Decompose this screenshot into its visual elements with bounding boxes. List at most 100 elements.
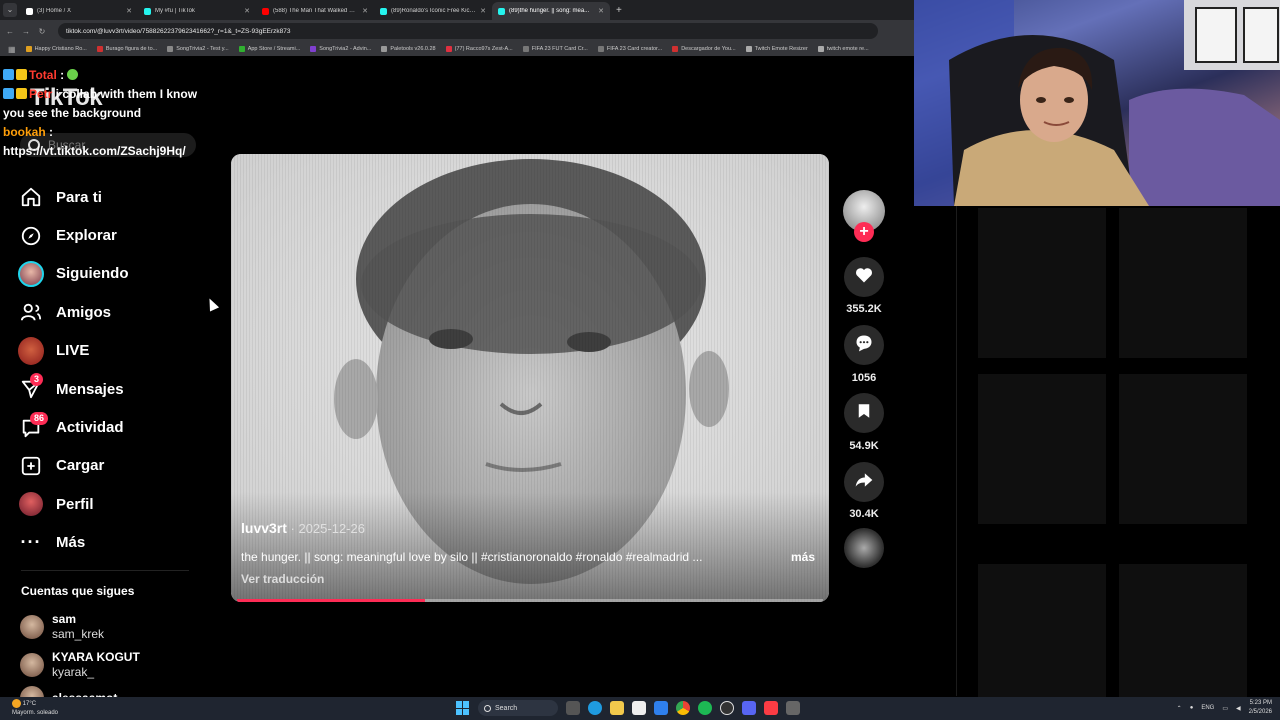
weather-widget[interactable]: 17°C Mayorm. soleado (12, 699, 58, 718)
live-icon (18, 336, 44, 365)
reload-icon[interactable]: ↻ (36, 27, 48, 36)
compass-icon (18, 223, 44, 249)
more-button[interactable]: más (791, 550, 815, 564)
chevron-up-icon[interactable]: ⌃ (1177, 705, 1182, 712)
bookmark-item[interactable]: Descargador de You... (672, 46, 736, 52)
comment-icon (854, 333, 874, 358)
sidebar-item-cargar[interactable]: Cargar (18, 447, 208, 485)
obs-icon[interactable] (720, 701, 734, 715)
bookmark-item[interactable]: Burago figura de to... (96, 46, 157, 52)
bookmark-item[interactable]: FIFA 23 Card creator... (597, 46, 662, 52)
like-button[interactable] (844, 257, 884, 297)
browser-tab-active[interactable]: (89)the hunger. || song: mea... ✕ (492, 2, 610, 20)
video-thumbnail[interactable] (978, 374, 1106, 524)
close-tab-icon[interactable]: ✕ (598, 7, 604, 15)
bookmark-favicon-icon (310, 46, 317, 52)
bookmark-item[interactable]: twitch emote re... (817, 46, 869, 52)
bookmark-item[interactable]: App Store / Streami... (238, 46, 300, 52)
chat-badge-icon (16, 69, 27, 80)
bookmark-favicon-icon (167, 46, 174, 52)
browser-tab[interactable]: (588) The Man That Walked Cr... ✕ (256, 2, 374, 20)
bookmark-item[interactable]: FIFA 23 FUT Card Cr... (522, 46, 588, 52)
comment-button[interactable] (844, 325, 884, 365)
discord-icon[interactable] (742, 701, 756, 715)
microphone-icon[interactable]: ● (1190, 705, 1194, 711)
apps-grid-icon[interactable]: ▦ (8, 45, 16, 54)
sidebar-item-explorar[interactable]: Explorar (18, 216, 208, 254)
browser-tab[interactable]: (3) Home / X ✕ (20, 2, 138, 20)
new-tab-button[interactable]: + (616, 5, 622, 16)
video-player[interactable]: luvv3rt · 2025-12-26 the hunger. || song… (231, 154, 829, 602)
share-button[interactable] (844, 462, 884, 502)
chat-emote-icon (67, 69, 79, 80)
close-tab-icon[interactable]: ✕ (362, 7, 368, 15)
sidebar-item-siguiendo[interactable]: Siguiendo (18, 255, 208, 293)
task-view-icon[interactable] (566, 701, 580, 715)
sidebar-item-actividad[interactable]: 86 Actividad (18, 408, 208, 446)
chrome-icon[interactable] (676, 701, 690, 715)
windows-start-icon[interactable] (456, 701, 470, 715)
activity-icon: 86 (18, 411, 49, 441)
chat-message: bookah : https://vt.tiktok.com/ZSachj9Hq… (3, 125, 186, 158)
translate-link[interactable]: Ver traducción (241, 572, 324, 586)
edge-icon[interactable] (588, 701, 602, 715)
bookmark-favicon-icon (381, 46, 388, 52)
browser-tab[interactable]: My #fu | TikTok ✕ (138, 2, 256, 20)
volume-icon[interactable]: ◀ (1236, 705, 1241, 712)
taskbar-search[interactable]: Search (478, 700, 558, 716)
video-thumbnail[interactable] (1119, 564, 1247, 714)
heart-icon (854, 265, 874, 290)
save-count: 54.9K (849, 440, 879, 452)
bookmark-item[interactable]: Paletools v26.0.28 (381, 46, 436, 52)
video-progress-bar[interactable] (237, 599, 823, 602)
spotify-icon[interactable] (698, 701, 712, 715)
close-tab-icon[interactable]: ✕ (244, 7, 250, 15)
language-indicator[interactable]: ENG (1201, 705, 1214, 711)
sidebar-item-perfil[interactable]: Perfil (18, 485, 208, 523)
save-button[interactable] (844, 393, 884, 433)
bookmark-item[interactable]: Twitch Emote Resizer (745, 46, 808, 52)
app-icon[interactable] (786, 701, 800, 715)
tiktok-favicon-icon (498, 7, 505, 15)
video-author[interactable]: luvv3rt · 2025-12-26 (241, 520, 365, 536)
clock[interactable]: 5:23 PM 2/5/2026 (1249, 699, 1272, 717)
bookmark-item[interactable]: SongTrivia2 - Advin... (310, 46, 371, 52)
os-taskbar: 17°C Mayorm. soleado Search ⌃ ● ENG ▭ ◀ … (0, 697, 1280, 720)
like-count: 355.2K (846, 303, 882, 315)
sidebar-item-mensajes[interactable]: 3 Mensajes (18, 370, 208, 408)
bookmark-item[interactable]: Happy Cristiano Ro... (25, 46, 87, 52)
close-tab-icon[interactable]: ✕ (480, 7, 486, 15)
video-thumbnail[interactable] (978, 208, 1106, 358)
file-explorer-icon[interactable] (610, 701, 624, 715)
network-icon[interactable]: ▭ (1222, 705, 1228, 712)
tab-search-icon[interactable]: ⌄ (3, 3, 17, 17)
sidebar-item-live[interactable]: LIVE (18, 332, 208, 370)
bookmark-favicon-icon (96, 46, 103, 52)
url-field[interactable]: tiktok.com/@luvv3rt/video/75882622379623… (58, 23, 878, 39)
browser-tab[interactable]: (89)Ronaldo's Iconic Free Kick ... ✕ (374, 2, 492, 20)
sidebar-item-para-ti[interactable]: Para ti (18, 178, 208, 216)
stream-chat-overlay: Total : Petr i collab with them I know y… (3, 66, 218, 161)
mail-icon[interactable] (654, 701, 668, 715)
close-tab-icon[interactable]: ✕ (126, 7, 132, 15)
sidebar-nav: Para ti Explorar Siguiendo Amigos LIVE 3… (18, 178, 208, 562)
bookmark-favicon-icon (597, 46, 604, 52)
video-thumbnail[interactable] (978, 564, 1106, 714)
followed-account[interactable]: KYARA KOGUT kyarak_ (20, 650, 140, 680)
following-section-title: Cuentas que sigues (21, 584, 135, 598)
video-thumbnail[interactable] (1119, 374, 1247, 524)
follow-button[interactable]: + (854, 222, 874, 242)
back-icon[interactable]: ← (4, 27, 16, 36)
forward-icon[interactable]: → (20, 27, 32, 36)
sidebar-item-mas[interactable]: ··· Más (18, 524, 208, 562)
followed-account[interactable]: sam sam_krek (20, 612, 104, 642)
share-count: 30.4K (849, 508, 879, 520)
music-app-icon[interactable] (764, 701, 778, 715)
youtube-favicon-icon (262, 7, 269, 15)
bookmark-item[interactable]: SongTrivia2 - Test y... (167, 46, 229, 52)
store-icon[interactable] (632, 701, 646, 715)
music-disc-icon[interactable] (844, 528, 884, 568)
video-thumbnail[interactable] (1119, 208, 1247, 358)
bookmark-item[interactable]: (77) Racco97s Zest-A... (445, 46, 513, 52)
sidebar-item-amigos[interactable]: Amigos (18, 293, 208, 331)
